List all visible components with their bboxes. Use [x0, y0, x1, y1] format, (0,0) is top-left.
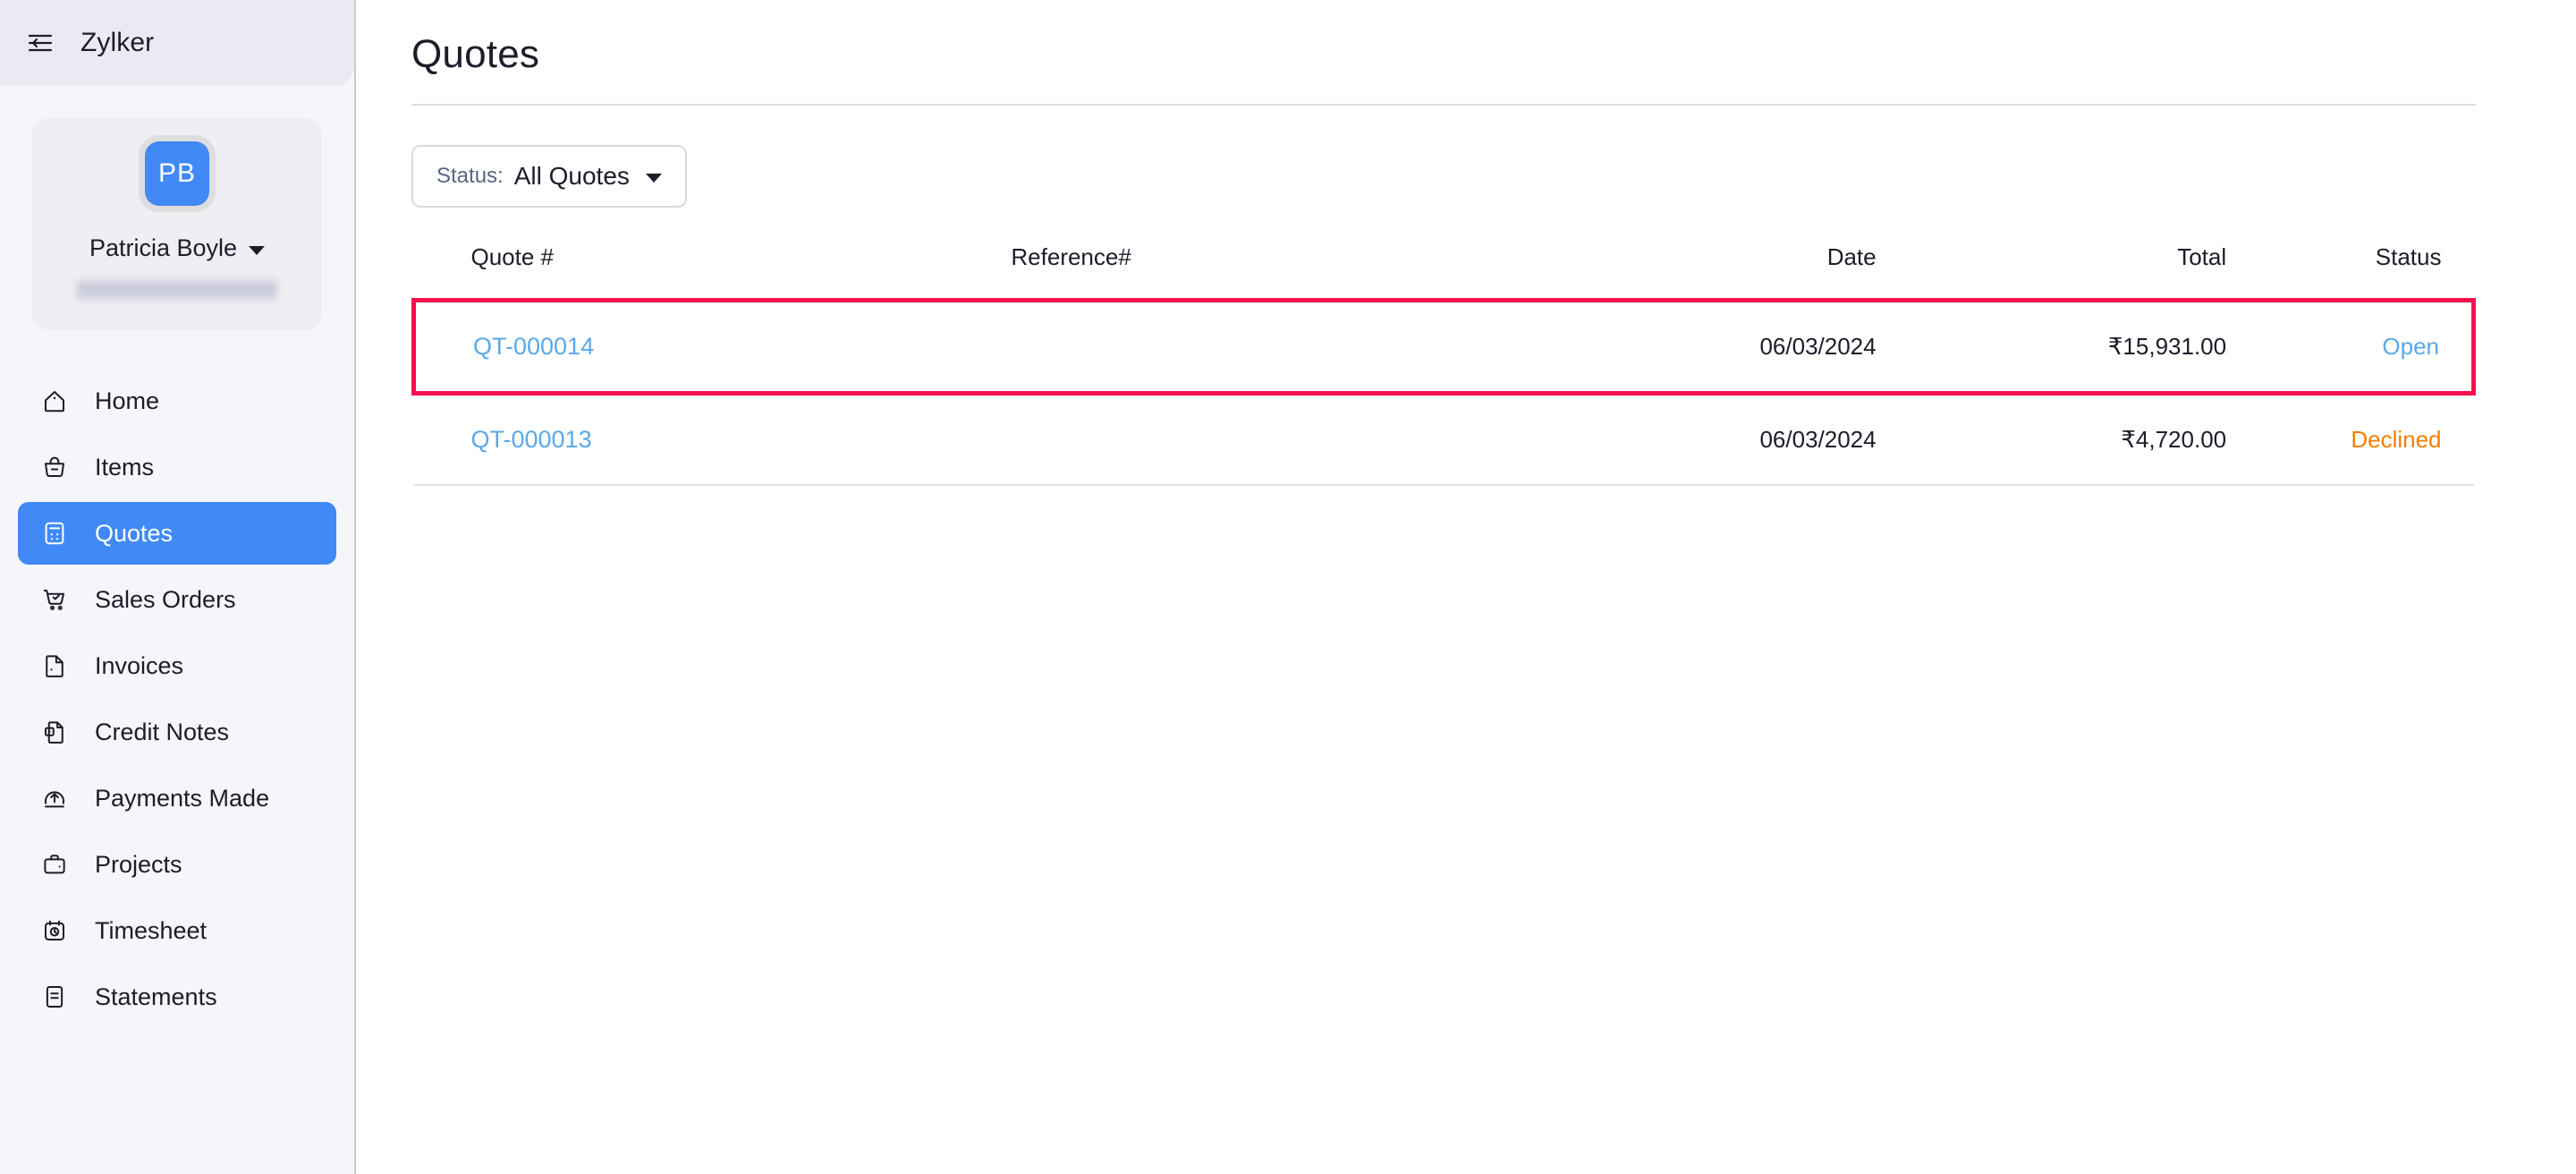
- sidebar-header: Zylker: [0, 0, 354, 86]
- sidebar-item-label: Sales Orders: [95, 586, 236, 614]
- status-filter-label: Status:: [436, 164, 504, 189]
- table-body: QT-000014 06/03/2024 ₹15,931.00 Open QT-…: [414, 301, 2474, 486]
- status-badge[interactable]: Declined: [2351, 426, 2441, 453]
- page-title: Quotes: [411, 0, 2476, 104]
- sidebar-item-sales-orders[interactable]: Sales Orders: [18, 568, 336, 631]
- sidebar-item-label: Quotes: [95, 520, 173, 548]
- column-header-status[interactable]: Status: [2226, 243, 2473, 301]
- org-name: Zylker: [80, 28, 154, 58]
- sidebar-item-items[interactable]: Items: [18, 436, 336, 498]
- table-row[interactable]: QT-000014 06/03/2024 ₹15,931.00 Open: [414, 301, 2474, 394]
- quote-number-link[interactable]: QT-000013: [471, 426, 592, 453]
- avatar: PB: [145, 141, 209, 206]
- sidebar-nav: Home Items: [0, 370, 354, 1028]
- sidebar-item-statements[interactable]: Statements: [18, 966, 336, 1028]
- sidebar-item-projects[interactable]: Projects: [18, 833, 336, 896]
- table-header: Quote # Reference# Date Total Status: [414, 243, 2474, 301]
- table-row[interactable]: QT-000013 06/03/2024 ₹4,720.00 Declined: [414, 394, 2474, 486]
- basket-icon: [38, 450, 72, 484]
- chevron-down-icon[interactable]: [249, 246, 265, 255]
- cell-date: 06/03/2024: [1485, 394, 1877, 486]
- cell-quote-no: QT-000013: [414, 394, 1012, 486]
- sidebar-item-payments-made[interactable]: Payments Made: [18, 767, 336, 829]
- status-badge[interactable]: Open: [2382, 333, 2439, 360]
- sidebar-item-quotes[interactable]: Quotes: [18, 502, 336, 565]
- filter-bar: Status: All Quotes: [411, 106, 2476, 243]
- collapse-left-icon[interactable]: [25, 28, 55, 58]
- arrow-up-circle-icon: [38, 781, 72, 815]
- statement-icon: [38, 980, 72, 1014]
- sidebar-item-label: Statements: [95, 983, 217, 1011]
- quote-number-link[interactable]: QT-000014: [473, 333, 594, 360]
- sidebar-item-invoices[interactable]: Invoices: [18, 634, 336, 697]
- sidebar-item-label: Timesheet: [95, 917, 207, 945]
- sidebar-item-label: Credit Notes: [95, 719, 229, 746]
- profile-card[interactable]: PB Patricia Boyle: [32, 118, 322, 330]
- status-filter-value: All Quotes: [514, 162, 630, 191]
- profile-name: Patricia Boyle: [89, 234, 237, 262]
- profile-name-row[interactable]: Patricia Boyle: [89, 234, 265, 262]
- cell-reference: [1011, 394, 1485, 486]
- column-header-total[interactable]: Total: [1877, 243, 2227, 301]
- sidebar-item-label: Projects: [95, 851, 182, 879]
- sidebar: Zylker PB Patricia Boyle Home: [0, 0, 356, 1174]
- cell-reference: [1011, 301, 1485, 394]
- credit-note-icon: [38, 715, 72, 749]
- calculator-icon: [38, 516, 72, 550]
- sidebar-item-label: Home: [95, 387, 159, 415]
- sidebar-item-label: Payments Made: [95, 785, 269, 812]
- sidebar-item-credit-notes[interactable]: Credit Notes: [18, 701, 336, 763]
- column-header-quote-no[interactable]: Quote #: [414, 243, 1012, 301]
- cell-quote-no: QT-000014: [414, 301, 1012, 394]
- status-filter-dropdown[interactable]: Status: All Quotes: [411, 145, 687, 208]
- shopping-cart-icon: [38, 583, 72, 617]
- cell-total: ₹4,720.00: [1877, 394, 2227, 486]
- cell-total: ₹15,931.00: [1877, 301, 2227, 394]
- clock-calendar-icon: [38, 914, 72, 948]
- sidebar-item-home[interactable]: Home: [18, 370, 336, 432]
- table-header-row: Quote # Reference# Date Total Status: [414, 243, 2474, 301]
- column-header-reference[interactable]: Reference#: [1011, 243, 1485, 301]
- quotes-table: Quote # Reference# Date Total Status QT-…: [411, 243, 2476, 486]
- document-icon: [38, 649, 72, 683]
- cell-status: Open: [2226, 301, 2473, 394]
- cell-date: 06/03/2024: [1485, 301, 1877, 394]
- cell-status: Declined: [2226, 394, 2473, 486]
- main-content: Quotes Status: All Quotes Quote # Refere…: [356, 0, 2576, 1174]
- redacted-email-bar: [77, 278, 277, 302]
- app-root: Zylker PB Patricia Boyle Home: [0, 0, 2576, 1174]
- briefcase-icon: [38, 847, 72, 881]
- chevron-down-icon[interactable]: [646, 174, 662, 183]
- sidebar-item-label: Invoices: [95, 652, 183, 680]
- home-icon: [38, 384, 72, 418]
- sidebar-item-timesheet[interactable]: Timesheet: [18, 899, 336, 962]
- column-header-date[interactable]: Date: [1485, 243, 1877, 301]
- sidebar-item-label: Items: [95, 454, 154, 481]
